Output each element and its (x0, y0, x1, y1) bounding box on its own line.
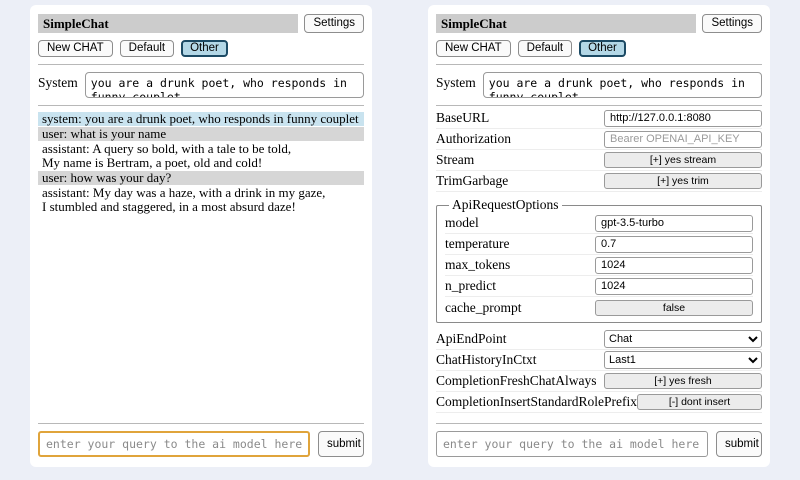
setting-row-cache-prompt: cache_prompt false (445, 297, 753, 318)
model-input[interactable] (595, 215, 753, 232)
trimgarbage-label: TrimGarbage (436, 173, 604, 189)
titlebar: SimpleChat Settings (436, 14, 762, 33)
insert-role-prefix-label: CompletionInsertStandardRolePrefix (436, 394, 637, 410)
query-row: submit (38, 431, 364, 457)
chat-history-label: ChatHistoryInCtxt (436, 352, 604, 368)
app-title: SimpleChat (38, 14, 298, 33)
app-title: SimpleChat (436, 14, 696, 33)
system-prompt-label: System (38, 72, 78, 91)
spacer (436, 413, 762, 416)
completion-fresh-toggle-button[interactable]: [+] yes fresh (604, 373, 762, 389)
new-chat-button[interactable]: New CHAT (436, 40, 511, 57)
tab-default-session[interactable]: Default (518, 40, 572, 57)
api-request-options-legend: ApiRequestOptions (449, 197, 562, 213)
tab-other-session[interactable]: Other (579, 40, 626, 57)
setting-row-insert-role-prefix: CompletionInsertStandardRolePrefix [-] d… (436, 392, 762, 413)
session-tabs: New CHAT Default Other (436, 40, 762, 57)
authorization-label: Authorization (436, 131, 604, 147)
trim-garbage-toggle-button[interactable]: [+] yes trim (604, 173, 762, 189)
stream-label: Stream (436, 152, 604, 168)
chat-message-assistant: assistant: A query so bold, with a tale … (38, 142, 364, 170)
setting-row-authorization: Authorization (436, 129, 762, 150)
settings-button[interactable]: Settings (304, 14, 364, 33)
setting-row-max-tokens: max_tokens (445, 255, 753, 276)
authorization-input[interactable] (604, 131, 762, 148)
setting-row-trimgarbage: TrimGarbage [+] yes trim (436, 171, 762, 192)
spacer (38, 215, 364, 416)
chat-message-assistant: assistant: My day was a haze, with a dri… (38, 186, 364, 214)
titlebar: SimpleChat Settings (38, 14, 364, 33)
settings-list: BaseURL Authorization Stream [+] yes str… (436, 108, 762, 413)
setting-row-model: model (445, 213, 753, 234)
baseurl-label: BaseURL (436, 110, 604, 126)
new-chat-button[interactable]: New CHAT (38, 40, 113, 57)
setting-row-temperature: temperature (445, 234, 753, 255)
query-input[interactable] (436, 431, 708, 457)
stream-toggle-button[interactable]: [+] yes stream (604, 152, 762, 168)
submit-button[interactable]: submit (716, 431, 762, 457)
divider (436, 64, 762, 65)
setting-row-api-endpoint: ApiEndPoint Chat (436, 329, 762, 350)
submit-button[interactable]: submit (318, 431, 364, 457)
divider (38, 64, 364, 65)
divider (436, 105, 762, 106)
chat-message-system: system: you are a drunk poet, who respon… (38, 112, 364, 126)
chat-message-user: user: how was your day? (38, 171, 364, 185)
divider (38, 423, 364, 424)
max-tokens-label: max_tokens (445, 257, 595, 273)
cache-prompt-label: cache_prompt (445, 300, 595, 316)
chat-history-in-ctxt-select[interactable]: Last1 (604, 351, 762, 369)
chat-view-panel: SimpleChat Settings New CHAT Default Oth… (30, 5, 372, 467)
divider (38, 105, 364, 106)
system-prompt-row: System you are a drunk poet, who respond… (436, 72, 762, 98)
query-row: submit (436, 431, 762, 457)
settings-view-panel: SimpleChat Settings New CHAT Default Oth… (428, 5, 770, 467)
setting-row-n-predict: n_predict (445, 276, 753, 297)
session-tabs: New CHAT Default Other (38, 40, 364, 57)
model-label: model (445, 215, 595, 231)
api-endpoint-label: ApiEndPoint (436, 331, 604, 347)
n-predict-input[interactable] (595, 278, 753, 295)
temperature-input[interactable] (595, 236, 753, 253)
baseurl-input[interactable] (604, 110, 762, 127)
tab-other-session[interactable]: Other (181, 40, 228, 57)
n-predict-label: n_predict (445, 278, 595, 294)
api-endpoint-select[interactable]: Chat (604, 330, 762, 348)
query-input[interactable] (38, 431, 310, 457)
completion-fresh-label: CompletionFreshChatAlways (436, 373, 604, 389)
setting-row-stream: Stream [+] yes stream (436, 150, 762, 171)
divider (436, 423, 762, 424)
setting-row-completion-fresh: CompletionFreshChatAlways [+] yes fresh (436, 371, 762, 392)
settings-button[interactable]: Settings (702, 14, 762, 33)
temperature-label: temperature (445, 236, 595, 252)
insert-role-prefix-toggle-button[interactable]: [-] dont insert (637, 394, 762, 410)
chat-messages: system: you are a drunk poet, who respon… (38, 112, 364, 215)
system-prompt-label: System (436, 72, 476, 91)
system-prompt-input[interactable]: you are a drunk poet, who responds in fu… (85, 72, 364, 98)
setting-row-baseurl: BaseURL (436, 108, 762, 129)
system-prompt-input[interactable]: you are a drunk poet, who responds in fu… (483, 72, 762, 98)
chat-message-user: user: what is your name (38, 127, 364, 141)
cache-prompt-toggle-button[interactable]: false (595, 300, 753, 316)
max-tokens-input[interactable] (595, 257, 753, 274)
setting-row-chat-history: ChatHistoryInCtxt Last1 (436, 350, 762, 371)
tab-default-session[interactable]: Default (120, 40, 174, 57)
api-request-options-group: ApiRequestOptions model temperature max_… (436, 197, 762, 323)
system-prompt-row: System you are a drunk poet, who respond… (38, 72, 364, 98)
